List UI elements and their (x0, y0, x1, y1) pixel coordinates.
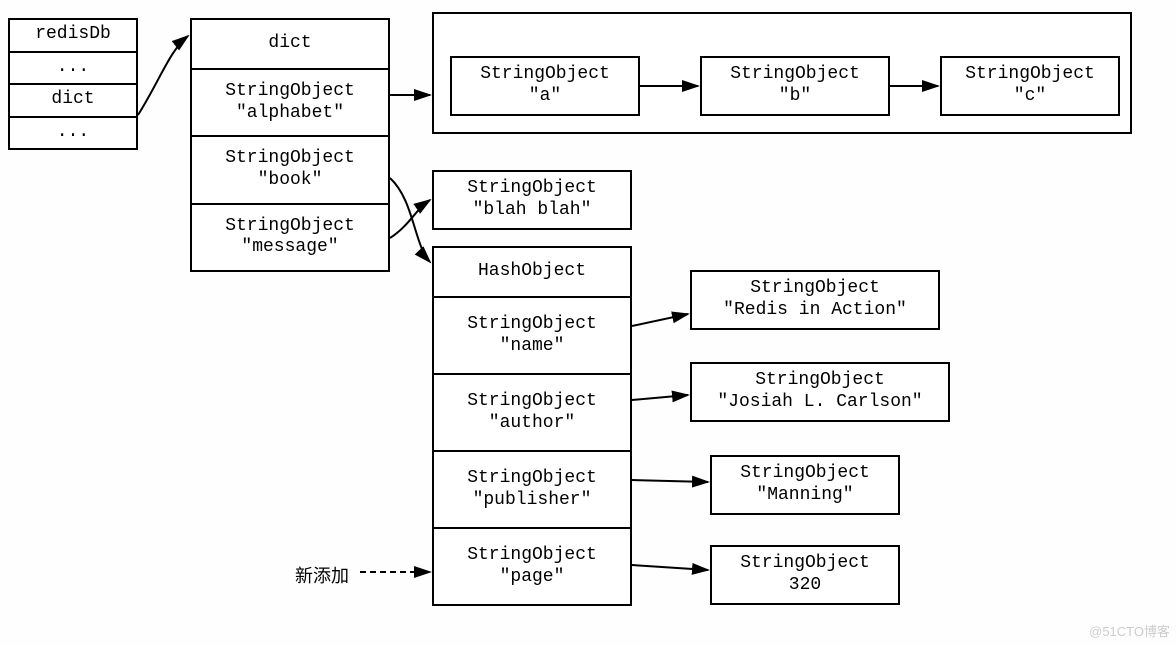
list-item-2-type: StringObject (942, 64, 1118, 86)
hash-value-0: StringObject "Redis in Action" (690, 270, 940, 330)
redisdb-row-2: ... (10, 118, 136, 149)
hash-field-1-type: StringObject (436, 391, 628, 413)
hash-field-2-value: "publisher" (436, 490, 628, 512)
hash-value-2-value: "Manning" (712, 485, 898, 507)
list-item-0-type: StringObject (452, 64, 638, 86)
hash-field-3-value: "page" (436, 567, 628, 589)
hash-value-1-type: StringObject (692, 370, 948, 392)
blah-box: StringObject "blah blah" (432, 170, 632, 230)
hash-field-2-type: StringObject (436, 468, 628, 490)
hash-value-3: StringObject 320 (710, 545, 900, 605)
hash-value-3-type: StringObject (712, 553, 898, 575)
hash-value-2-type: StringObject (712, 463, 898, 485)
hash-field-1-value: "author" (436, 413, 628, 435)
list-item-2-value: "c" (942, 86, 1118, 108)
hash-field-3: StringObject "page" (434, 529, 630, 604)
hash-field-0-type: StringObject (436, 314, 628, 336)
hash-value-0-value: "Redis in Action" (692, 300, 938, 322)
hash-value-1-value: "Josiah L. Carlson" (692, 392, 948, 414)
blah-value: "blah blah" (434, 200, 630, 222)
hash-value-3-value: 320 (712, 575, 898, 597)
hash-field-3-type: StringObject (436, 545, 628, 567)
hashobject-table: HashObject StringObject "name" StringObj… (432, 246, 632, 606)
hash-field-2: StringObject "publisher" (434, 452, 630, 529)
list-item-2: StringObject "c" (940, 56, 1120, 116)
hash-value-2: StringObject "Manning" (710, 455, 900, 515)
redisdb-row-1: dict (10, 85, 136, 118)
dict-table: dict StringObject "alphabet" StringObjec… (190, 18, 390, 272)
dict-key-2: StringObject "message" (192, 205, 388, 270)
blah-type: StringObject (434, 178, 630, 200)
hash-field-0: StringObject "name" (434, 298, 630, 375)
dict-header: dict (192, 20, 388, 70)
list-item-1: StringObject "b" (700, 56, 890, 116)
hash-field-1: StringObject "author" (434, 375, 630, 452)
list-item-1-type: StringObject (702, 64, 888, 86)
dict-key-2-type: StringObject (194, 216, 386, 238)
dict-key-0: StringObject "alphabet" (192, 70, 388, 137)
hashobject-header: HashObject (434, 248, 630, 298)
redisdb-header: redisDb (10, 20, 136, 53)
watermark: @51CTO博客 (1089, 621, 1170, 640)
list-item-0-value: "a" (452, 86, 638, 108)
dict-key-1: StringObject "book" (192, 137, 388, 204)
hash-value-1: StringObject "Josiah L. Carlson" (690, 362, 950, 422)
dict-key-0-value: "alphabet" (194, 103, 386, 125)
redisdb-row-0: ... (10, 53, 136, 86)
hash-field-0-value: "name" (436, 336, 628, 358)
redisdb-table: redisDb ... dict ... (8, 18, 138, 150)
dict-key-0-type: StringObject (194, 81, 386, 103)
new-added-label: 新添加 (295, 562, 349, 588)
hash-value-0-type: StringObject (692, 278, 938, 300)
list-item-0: StringObject "a" (450, 56, 640, 116)
dict-key-1-value: "book" (194, 170, 386, 192)
dict-key-1-type: StringObject (194, 148, 386, 170)
dict-key-2-value: "message" (194, 237, 386, 259)
list-item-1-value: "b" (702, 86, 888, 108)
